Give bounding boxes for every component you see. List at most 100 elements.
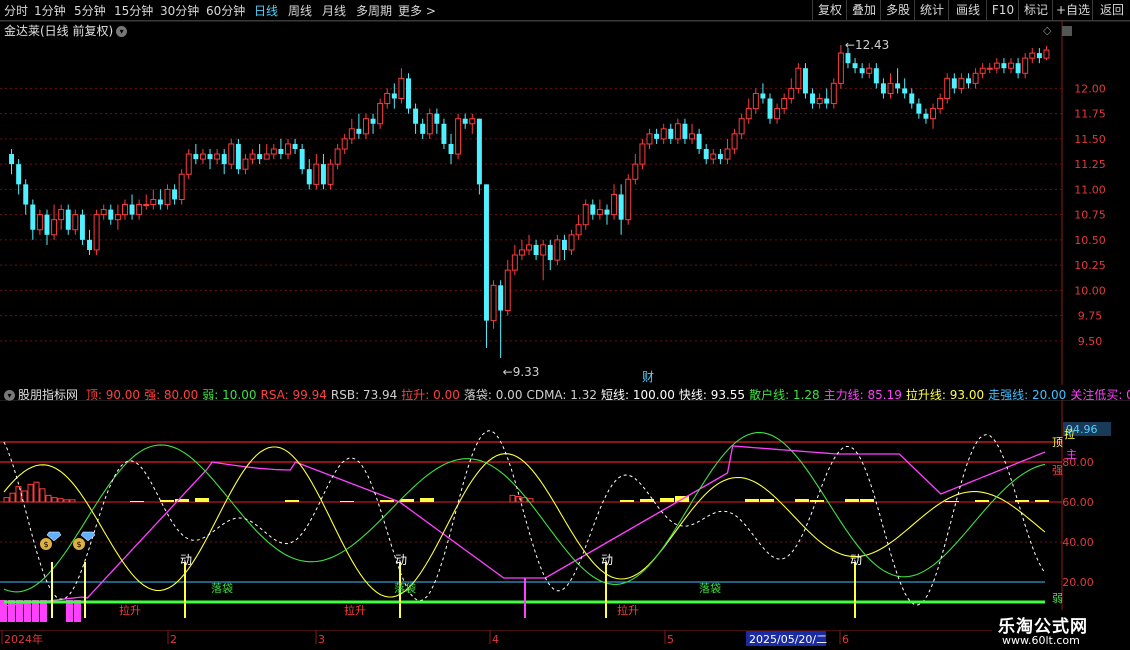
candle[interactable] <box>993 58 1000 74</box>
candle[interactable] <box>172 184 178 205</box>
candle[interactable] <box>469 113 476 134</box>
period-tab-2[interactable]: 5分钟 <box>74 2 106 19</box>
candle[interactable] <box>682 118 688 144</box>
candle[interactable] <box>348 118 355 144</box>
candle[interactable] <box>384 88 391 109</box>
candle[interactable] <box>986 63 993 74</box>
toolbar-button-6[interactable]: 标记 <box>1018 0 1053 20</box>
candle[interactable] <box>72 209 79 235</box>
candle[interactable] <box>646 128 653 149</box>
candle[interactable] <box>788 78 795 104</box>
candle[interactable] <box>483 184 489 348</box>
candle[interactable] <box>710 148 717 165</box>
candle[interactable] <box>582 199 589 230</box>
period-tab-1[interactable]: 1分钟 <box>34 2 66 19</box>
candle[interactable] <box>632 154 639 185</box>
candle[interactable] <box>590 199 596 220</box>
candle[interactable] <box>136 199 143 220</box>
candle[interactable] <box>696 128 702 155</box>
candle[interactable] <box>547 239 553 271</box>
candle[interactable] <box>249 148 256 165</box>
candle[interactable] <box>79 209 85 245</box>
candle[interactable] <box>930 103 937 129</box>
candle[interactable] <box>285 138 291 160</box>
candle[interactable] <box>852 58 858 74</box>
candle[interactable] <box>129 194 135 220</box>
toolbar-button-2[interactable]: 多股 <box>880 0 915 20</box>
candle[interactable] <box>441 118 447 149</box>
candle[interactable] <box>511 244 518 276</box>
candle[interactable] <box>108 204 114 225</box>
candle[interactable] <box>674 118 681 144</box>
candle[interactable] <box>837 45 844 89</box>
candle[interactable] <box>221 148 227 175</box>
candle[interactable] <box>1036 48 1042 64</box>
candle[interactable] <box>972 68 979 89</box>
candle[interactable] <box>923 108 929 124</box>
candle[interactable] <box>51 204 58 240</box>
candle[interactable] <box>36 209 43 235</box>
period-tab-6[interactable]: 日线 <box>254 2 278 19</box>
candle[interactable] <box>100 204 107 220</box>
period-tab-5[interactable]: 60分钟 <box>206 2 245 19</box>
candle[interactable] <box>199 148 206 165</box>
candle[interactable] <box>873 63 879 89</box>
candle[interactable] <box>526 234 532 256</box>
candle[interactable] <box>356 113 362 139</box>
candle[interactable] <box>299 143 305 175</box>
candle[interactable] <box>816 93 823 109</box>
candle[interactable] <box>909 88 915 109</box>
candle[interactable] <box>887 73 894 99</box>
candle[interactable] <box>164 184 171 210</box>
candle[interactable] <box>193 143 199 165</box>
candle[interactable] <box>377 98 384 129</box>
candle[interactable] <box>1015 58 1021 79</box>
period-tab-0[interactable]: 分时 <box>4 2 28 19</box>
candle[interactable] <box>504 260 511 316</box>
candle[interactable] <box>760 83 766 104</box>
candle[interactable] <box>810 88 816 109</box>
candle[interactable] <box>533 239 539 261</box>
candle[interactable] <box>738 113 745 139</box>
candle[interactable] <box>1008 58 1014 74</box>
toolbar-button-3[interactable]: 统计 <box>914 0 949 20</box>
candle[interactable] <box>575 214 582 240</box>
candle[interactable] <box>490 280 497 329</box>
pane-toggle-icon[interactable] <box>1062 26 1072 36</box>
candle[interactable] <box>1043 46 1050 61</box>
candle[interactable] <box>618 184 624 235</box>
toolbar-button-8[interactable]: 返回 <box>1092 0 1130 20</box>
candle[interactable] <box>257 143 263 165</box>
candle[interactable] <box>824 88 830 109</box>
candle[interactable] <box>292 138 298 155</box>
candle[interactable] <box>235 138 241 175</box>
period-tab-10[interactable]: 更多 > <box>398 2 436 19</box>
candle[interactable] <box>30 199 36 240</box>
candle[interactable] <box>745 98 752 124</box>
candle[interactable] <box>270 143 277 160</box>
candle[interactable] <box>228 138 235 170</box>
period-tab-3[interactable]: 15分钟 <box>114 2 153 19</box>
period-tab-7[interactable]: 周线 <box>288 2 312 19</box>
candle[interactable] <box>554 234 561 266</box>
candle[interactable] <box>185 148 192 180</box>
candle[interactable] <box>87 229 92 256</box>
candle[interactable] <box>362 113 369 139</box>
candle[interactable] <box>65 204 71 235</box>
candle[interactable] <box>795 63 802 94</box>
candle[interactable] <box>1001 58 1007 74</box>
candle[interactable] <box>398 68 405 104</box>
candle[interactable] <box>518 239 525 261</box>
candle[interactable] <box>654 128 660 144</box>
candle[interactable] <box>958 73 965 94</box>
candle[interactable] <box>448 133 454 165</box>
candle[interactable] <box>157 189 163 210</box>
candle[interactable] <box>263 143 270 160</box>
candle[interactable] <box>278 138 284 160</box>
candle[interactable] <box>306 159 312 190</box>
candle[interactable] <box>752 88 759 114</box>
candle[interactable] <box>420 118 426 139</box>
candle[interactable] <box>455 113 462 160</box>
candle[interactable] <box>370 113 376 134</box>
candle[interactable] <box>207 148 213 170</box>
